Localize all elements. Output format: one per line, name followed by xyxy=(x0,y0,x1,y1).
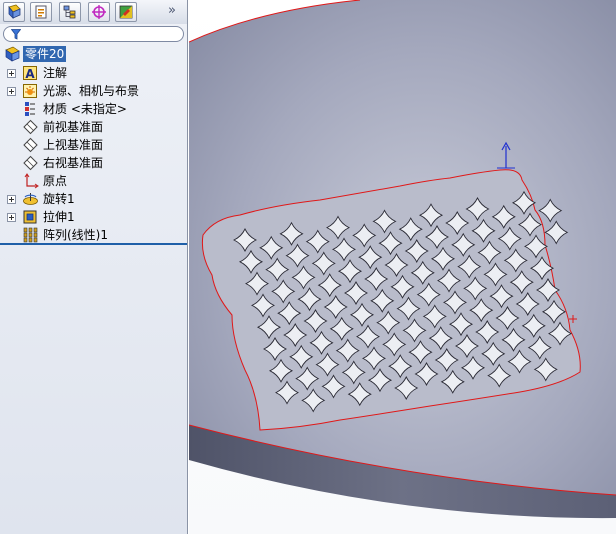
linear-pattern-icon xyxy=(23,227,38,243)
tab-configuration-manager[interactable] xyxy=(59,2,81,22)
expand-toggle-icon[interactable] xyxy=(7,195,16,204)
tree-item-label: 原点 xyxy=(43,174,68,188)
extrude-icon xyxy=(23,210,37,224)
revolve-icon xyxy=(23,193,38,205)
origin-icon xyxy=(24,173,39,189)
tree-item-label: 右视基准面 xyxy=(43,156,104,170)
tab-display-manager[interactable] xyxy=(115,2,137,22)
tree-item-lights-cameras[interactable]: 光源、相机与布景 xyxy=(0,82,187,100)
configuration-manager-icon xyxy=(63,5,76,19)
rollback-bar[interactable] xyxy=(0,243,187,245)
plane-icon xyxy=(23,137,38,153)
tree-item-annotations[interactable]: A 注解 xyxy=(0,64,187,82)
tree-item-label: 拉伸1 xyxy=(43,210,75,224)
tree-item-right-plane[interactable]: 右视基准面 xyxy=(0,154,187,172)
plane-icon xyxy=(23,119,38,135)
expand-toggle-icon[interactable] xyxy=(7,87,16,96)
feature-manager-tree-icon xyxy=(8,4,21,19)
graphics-viewport[interactable] xyxy=(188,0,616,534)
tree-item-label: 上视基准面 xyxy=(43,138,104,152)
expand-toggle-icon[interactable] xyxy=(7,69,16,78)
tab-property-manager[interactable] xyxy=(30,2,52,22)
tree-item-label: 光源、相机与布景 xyxy=(43,84,140,98)
feature-manager-panel: » 零件20 A 注解 光源、相机与布景 材质 <未指定> 前视基准面 上视基准… xyxy=(0,0,188,534)
tree-item-label: 前视基准面 xyxy=(43,120,104,134)
tree-item-label: 注解 xyxy=(43,66,68,80)
property-manager-icon xyxy=(35,5,47,19)
filter-icon xyxy=(11,29,21,40)
display-manager-icon xyxy=(119,5,133,19)
tree-item-material[interactable]: 材质 <未指定> xyxy=(0,100,187,118)
lights-cameras-icon xyxy=(23,84,37,98)
dimxpert-manager-icon xyxy=(92,5,106,19)
tree-item-front-plane[interactable]: 前视基准面 xyxy=(0,118,187,136)
part-icon xyxy=(5,46,20,62)
tree-item-extrude[interactable]: 拉伸1 xyxy=(0,208,187,226)
tree-item-label: 材质 <未指定> xyxy=(43,102,127,116)
tab-feature-manager[interactable] xyxy=(3,2,25,22)
filter-input[interactable] xyxy=(3,26,184,42)
expand-chevron-icon[interactable]: » xyxy=(168,3,182,19)
tab-dimxpert-manager[interactable] xyxy=(88,2,110,22)
material-icon xyxy=(25,102,35,116)
tree-root-label: 零件20 xyxy=(23,46,67,62)
tree-item-origin[interactable]: 原点 xyxy=(0,172,187,190)
tree-item-revolve[interactable]: 旋转1 xyxy=(0,190,187,208)
manager-tabs: » xyxy=(0,0,187,24)
model-view[interactable] xyxy=(188,0,616,534)
tree-item-label: 旋转1 xyxy=(43,192,75,206)
tree-item-top-plane[interactable]: 上视基准面 xyxy=(0,136,187,154)
tree-item-label: 阵列(线性)1 xyxy=(43,228,108,242)
svg-text:A: A xyxy=(25,67,35,81)
annotations-icon: A xyxy=(23,66,37,81)
tree-item-linear-pattern[interactable]: 阵列(线性)1 xyxy=(0,226,187,244)
expand-toggle-icon[interactable] xyxy=(7,213,16,222)
plane-icon xyxy=(23,155,38,171)
tree-root-item[interactable]: 零件20 xyxy=(0,45,187,63)
